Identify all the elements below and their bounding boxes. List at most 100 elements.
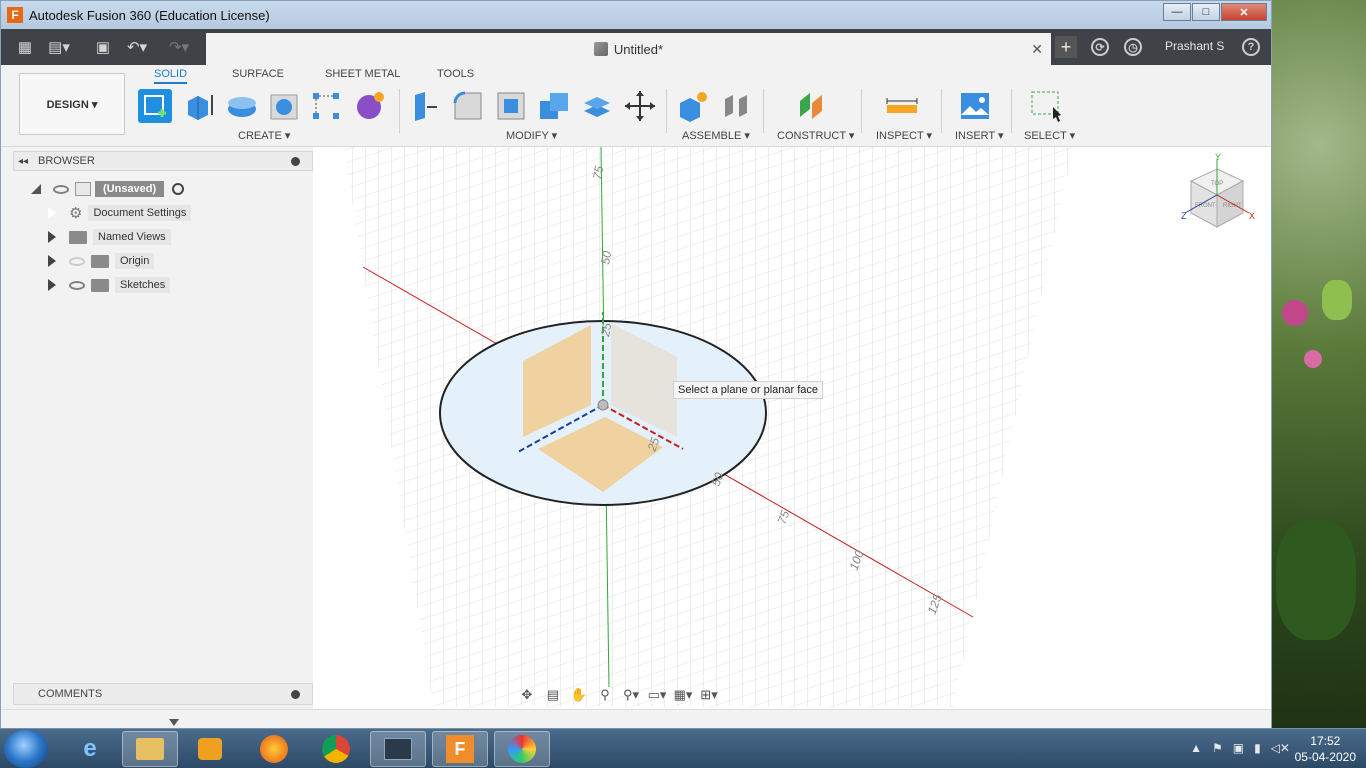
- joint-icon[interactable]: [719, 89, 753, 123]
- fit-icon[interactable]: ⚲▾: [623, 687, 639, 703]
- press-pull-icon[interactable]: [407, 89, 441, 123]
- fusion-taskbar-icon[interactable]: F: [432, 731, 488, 767]
- inspect-menu[interactable]: INSPECT ▾: [876, 129, 932, 142]
- grid-settings-icon[interactable]: ▦▾: [674, 687, 693, 703]
- clock[interactable]: 17:52 05-04-2020: [1295, 733, 1356, 765]
- desktop-background: [1272, 0, 1366, 728]
- revolve-icon[interactable]: [225, 89, 259, 123]
- close-tab-icon[interactable]: ✕: [1031, 41, 1043, 58]
- media-player-taskbar-icon[interactable]: [182, 731, 238, 767]
- browser-root-row[interactable]: (Unsaved): [29, 179, 185, 199]
- paint-taskbar-icon[interactable]: [494, 731, 550, 767]
- security-icon[interactable]: ▣: [1233, 741, 1244, 755]
- modify-menu[interactable]: MODIFY ▾: [506, 129, 557, 142]
- save-icon[interactable]: ▣: [93, 37, 113, 57]
- action-center-flag-icon[interactable]: ⚑: [1212, 741, 1223, 755]
- display-settings-icon[interactable]: ▭▾: [648, 687, 667, 703]
- tab-sheet-metal[interactable]: SHEET METAL: [325, 68, 400, 80]
- start-button[interactable]: [4, 730, 48, 768]
- browser-item-document-settings[interactable]: ⚙ Document Settings: [45, 203, 192, 223]
- hole-icon[interactable]: [267, 89, 301, 123]
- create-menu[interactable]: CREATE ▾: [238, 129, 290, 142]
- clock-time: 17:52: [1310, 734, 1341, 748]
- expand-triangle-icon[interactable]: [48, 255, 56, 267]
- network-icon[interactable]: ▮: [1254, 741, 1261, 755]
- hidden-eye-icon[interactable]: [69, 256, 85, 266]
- visibility-eye-icon[interactable]: [69, 280, 85, 290]
- redo-icon[interactable]: ↷▾: [169, 37, 189, 57]
- measure-icon[interactable]: [885, 89, 919, 123]
- maximize-button[interactable]: □: [1192, 3, 1220, 21]
- browser-minimize-icon[interactable]: [291, 156, 300, 166]
- view-cube[interactable]: TOP FRONT RIGHT Y X Z: [1181, 151, 1261, 234]
- show-hidden-icons[interactable]: ▲: [1190, 741, 1202, 755]
- collapse-browser-icon[interactable]: ◂◂: [18, 156, 28, 167]
- comments-title: COMMENTS: [38, 688, 103, 700]
- offset-plane-icon[interactable]: [794, 89, 828, 123]
- firefox-taskbar-icon[interactable]: [246, 731, 302, 767]
- browser-item-origin[interactable]: Origin: [45, 251, 155, 271]
- tab-surface[interactable]: SURFACE: [232, 68, 284, 80]
- new-tab-icon[interactable]: +: [1055, 36, 1077, 58]
- origin-point[interactable]: [597, 399, 609, 411]
- expand-triangle-icon[interactable]: [48, 231, 56, 243]
- expand-triangle-icon[interactable]: [29, 182, 43, 196]
- new-component-icon[interactable]: [676, 89, 710, 123]
- look-at-icon[interactable]: ▤: [545, 687, 561, 703]
- browser-item-named-views[interactable]: Named Views: [45, 227, 171, 247]
- pattern-icon[interactable]: [309, 89, 343, 123]
- assemble-menu[interactable]: ASSEMBLE ▾: [682, 129, 750, 142]
- insert-image-icon[interactable]: [958, 89, 992, 123]
- combine-icon[interactable]: [537, 89, 571, 123]
- extrude-icon[interactable]: [182, 89, 216, 123]
- add-comment-icon[interactable]: [291, 689, 300, 699]
- extensions-icon[interactable]: ⟳: [1091, 38, 1109, 56]
- apps-grid-icon[interactable]: ▦: [15, 37, 35, 57]
- expand-triangle-icon[interactable]: [48, 207, 56, 219]
- volume-muted-icon[interactable]: ◁✕: [1271, 741, 1290, 755]
- construct-menu[interactable]: CONSTRUCT ▾: [777, 129, 854, 142]
- viewports-icon[interactable]: ⊞▾: [700, 687, 717, 703]
- insert-menu[interactable]: INSERT ▾: [955, 129, 1004, 142]
- orbit-icon[interactable]: ✥: [519, 687, 535, 703]
- activate-radio-icon[interactable]: [172, 183, 185, 195]
- minimize-button[interactable]: —: [1163, 3, 1191, 21]
- offset-face-icon[interactable]: [580, 89, 614, 123]
- tab-solid[interactable]: SOLID: [154, 68, 188, 84]
- workspace-switcher[interactable]: DESIGN ▾: [19, 73, 125, 135]
- ie-taskbar-icon[interactable]: e: [62, 731, 118, 767]
- y-tick-label: 50: [598, 250, 614, 266]
- shell-icon[interactable]: [494, 89, 528, 123]
- explorer-taskbar-icon[interactable]: [122, 731, 178, 767]
- select-menu[interactable]: SELECT ▾: [1024, 129, 1075, 142]
- task-manager-taskbar-icon[interactable]: [370, 731, 426, 767]
- fillet-icon[interactable]: [451, 89, 485, 123]
- comments-panel[interactable]: COMMENTS: [13, 683, 313, 705]
- zoom-icon[interactable]: ⚲: [597, 687, 613, 703]
- move-copy-icon[interactable]: [623, 89, 657, 123]
- chrome-taskbar-icon[interactable]: [308, 731, 364, 767]
- viewcube-axis-z: Z: [1181, 211, 1187, 221]
- navigation-bar: ✥ ▤ ✋ ⚲ ⚲▾ ▭▾ ▦▾ ⊞▾: [511, 683, 763, 707]
- close-window-button[interactable]: ✕: [1221, 3, 1267, 21]
- expand-triangle-icon[interactable]: [48, 279, 56, 291]
- file-menu-icon[interactable]: ▤▾: [48, 37, 70, 57]
- timeline-marker-icon[interactable]: [169, 719, 179, 726]
- toolbar-divider: [763, 89, 764, 133]
- help-icon[interactable]: ?: [1242, 38, 1260, 56]
- tree-item-label: Sketches: [115, 277, 171, 293]
- create-form-icon[interactable]: [353, 89, 387, 123]
- document-tab[interactable]: Untitled* ✕: [206, 33, 1051, 65]
- user-name[interactable]: Prashant S: [1165, 39, 1224, 53]
- job-status-icon[interactable]: ◷: [1124, 38, 1142, 56]
- system-tray: ▲ ⚑ ▣ ▮ ◁✕: [1190, 741, 1290, 755]
- tab-tools[interactable]: TOOLS: [437, 68, 474, 80]
- visibility-eye-icon[interactable]: [53, 184, 69, 194]
- pan-icon[interactable]: ✋: [571, 687, 587, 703]
- undo-icon[interactable]: ↶▾: [127, 37, 147, 57]
- select-icon[interactable]: [1029, 89, 1063, 123]
- browser-header[interactable]: ◂◂ BROWSER: [13, 151, 313, 171]
- browser-item-sketches[interactable]: Sketches: [45, 275, 171, 295]
- design-canvas[interactable]: 75 50 25 25 50 75 100 125: [313, 147, 1271, 709]
- create-sketch-icon[interactable]: [138, 89, 172, 123]
